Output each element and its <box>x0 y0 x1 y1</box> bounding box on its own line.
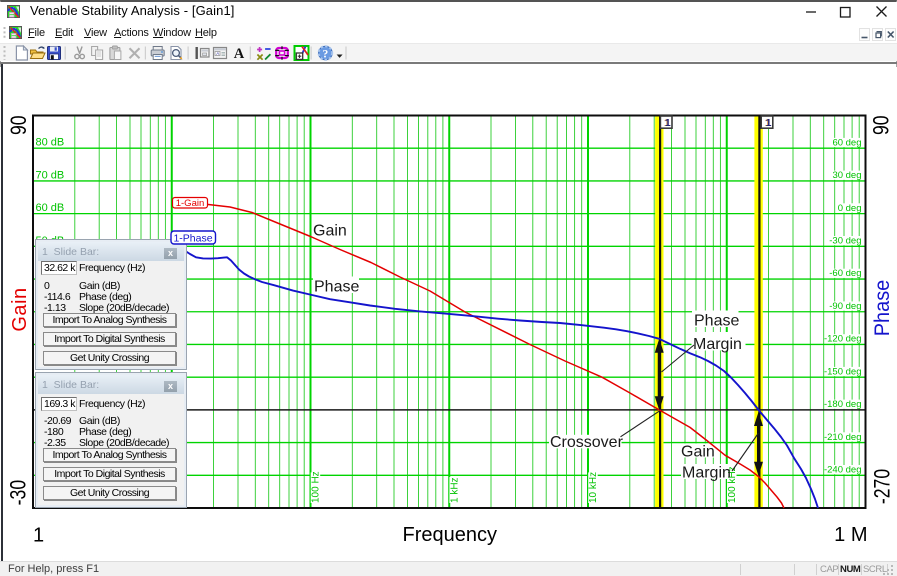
svg-text:1: 1 <box>665 117 671 129</box>
svg-text:Gain: Gain <box>313 223 347 240</box>
svg-text:-270: -270 <box>871 469 895 504</box>
svg-text:-180 deg: -180 deg <box>824 399 862 410</box>
svg-text:1-Gain: 1-Gain <box>176 198 205 209</box>
svg-text:90: 90 <box>7 115 31 135</box>
svg-text:Frequency: Frequency <box>403 524 498 546</box>
svg-text:-120 deg: -120 deg <box>824 334 862 345</box>
svg-text:70 dB: 70 dB <box>36 169 65 181</box>
svg-text:Margin: Margin <box>682 465 731 482</box>
svg-text:60 deg: 60 deg <box>832 137 861 148</box>
svg-text:-210 deg: -210 deg <box>824 432 862 443</box>
svg-text:10 kHz: 10 kHz <box>588 472 599 503</box>
svg-text:-30: -30 <box>7 480 31 505</box>
svg-text:90: 90 <box>870 115 894 135</box>
svg-text:1-Phase: 1-Phase <box>173 233 212 245</box>
svg-text:Phase: Phase <box>314 279 359 296</box>
svg-text:-240 deg: -240 deg <box>824 465 862 476</box>
svg-text:Gain: Gain <box>681 444 715 461</box>
svg-text:Gain: Gain <box>9 287 31 331</box>
svg-text:Phase: Phase <box>694 313 739 330</box>
svg-text:0 deg: 0 deg <box>838 203 862 214</box>
svg-text:-90 deg: -90 deg <box>829 301 861 312</box>
svg-text:Crossover: Crossover <box>550 434 624 451</box>
svg-text:100 Hz: 100 Hz <box>311 471 322 503</box>
svg-text:60 dB: 60 dB <box>36 202 65 214</box>
svg-text:1: 1 <box>33 524 44 546</box>
svg-text:1 M: 1 M <box>834 524 867 546</box>
svg-text:30 deg: 30 deg <box>832 170 861 181</box>
svg-text:-150 deg: -150 deg <box>824 366 862 377</box>
svg-text:1: 1 <box>766 117 772 129</box>
svg-text:-30 deg: -30 deg <box>829 236 861 247</box>
svg-text:-60 deg: -60 deg <box>829 268 861 279</box>
svg-text:Margin: Margin <box>693 336 742 353</box>
svg-text:80 dB: 80 dB <box>36 137 65 149</box>
svg-text:1 kHz: 1 kHz <box>449 477 460 503</box>
svg-text:Phase: Phase <box>871 280 895 337</box>
